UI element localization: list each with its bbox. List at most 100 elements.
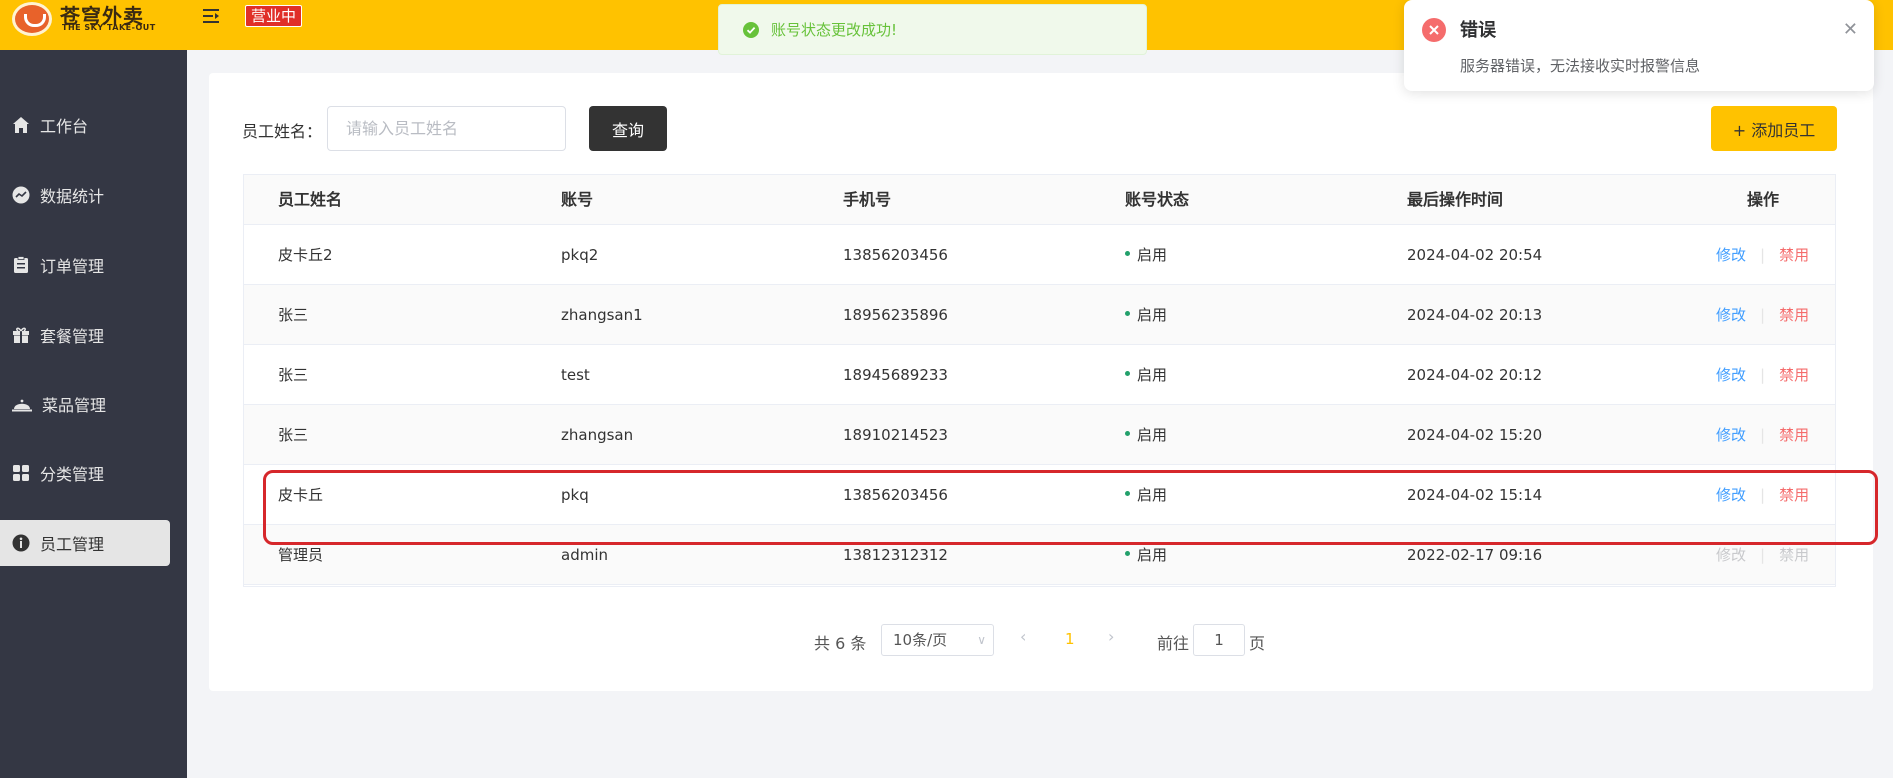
sidebar-item-employees[interactable]: 员工管理 xyxy=(0,520,170,566)
sidebar-item-statistics[interactable]: 数据统计 xyxy=(0,172,170,218)
sidebar-item-label: 套餐管理 xyxy=(40,327,105,346)
edit-link[interactable]: 修改 xyxy=(1716,486,1746,504)
cell-status: 启用 xyxy=(1125,465,1167,525)
status-text: 启用 xyxy=(1137,486,1168,504)
employee-icon xyxy=(12,534,30,552)
pagination-total: 共 6 条 xyxy=(814,634,867,653)
error-notification: 错误 服务器错误，无法接收实时报警信息 ✕ xyxy=(1404,0,1874,91)
cell-account: zhangsan1 xyxy=(561,306,643,324)
action-separator: | xyxy=(1760,246,1766,264)
cell-name: 皮卡丘 xyxy=(278,486,324,504)
grid-icon xyxy=(13,465,29,481)
cell-name: 张三 xyxy=(278,306,309,324)
column-header-phone: 手机号 xyxy=(843,190,892,209)
cell-time: 2022-02-17 09:16 xyxy=(1407,546,1543,564)
sidebar-item-dishes[interactable]: 菜品管理 xyxy=(0,381,170,427)
goto-page-input[interactable] xyxy=(1193,624,1245,656)
sidebar-item-orders[interactable]: 订单管理 xyxy=(0,242,170,288)
toast-message: 账号状态更改成功! xyxy=(771,21,898,39)
column-header-account: 账号 xyxy=(561,190,594,209)
cell-phone: 18945689233 xyxy=(843,366,948,384)
cell-actions: 修改 | 禁用 xyxy=(1716,525,1809,585)
cell-time: 2024-04-02 20:54 xyxy=(1407,246,1543,264)
edit-link-disabled: 修改 xyxy=(1716,546,1747,564)
employee-name-input[interactable] xyxy=(327,106,566,151)
column-header-actions: 操作 xyxy=(1747,190,1780,209)
next-page-button[interactable]: › xyxy=(1108,627,1114,646)
cell-status: 启用 xyxy=(1125,225,1167,285)
disable-link[interactable]: 禁用 xyxy=(1779,486,1809,504)
column-header-name: 员工姓名 xyxy=(278,190,343,209)
column-header-last-operation-time: 最后操作时间 xyxy=(1407,190,1504,209)
cell-account: admin xyxy=(561,546,608,564)
table-row: 张三 test 18945689233 启用 2024-04-02 20:12 … xyxy=(244,345,1835,405)
disable-link[interactable]: 禁用 xyxy=(1779,306,1809,324)
cell-time: 2024-04-02 20:13 xyxy=(1407,306,1543,324)
cell-phone: 13856203456 xyxy=(843,486,948,504)
disable-link[interactable]: 禁用 xyxy=(1779,366,1809,384)
edit-link[interactable]: 修改 xyxy=(1716,246,1746,264)
sidebar-item-workbench[interactable]: 工作台 xyxy=(0,102,170,148)
edit-link[interactable]: 修改 xyxy=(1716,306,1746,324)
cell-name: 管理员 xyxy=(278,546,324,564)
query-button[interactable]: 查询 xyxy=(589,106,667,151)
sidebar-item-combos[interactable]: 套餐管理 xyxy=(0,312,170,358)
edit-link[interactable]: 修改 xyxy=(1716,426,1746,444)
add-employee-button[interactable]: + 添加员工 xyxy=(1711,106,1837,151)
cell-phone: 18910214523 xyxy=(843,426,948,444)
cell-status: 启用 xyxy=(1125,405,1167,465)
page-number-current[interactable]: 1 xyxy=(1065,630,1075,648)
cell-actions: 修改 | 禁用 xyxy=(1716,465,1809,525)
status-text: 启用 xyxy=(1137,306,1168,324)
cell-time: 2024-04-02 20:12 xyxy=(1407,366,1543,384)
cell-phone: 13812312312 xyxy=(843,546,948,564)
status-dot-icon xyxy=(1125,311,1130,316)
sidebar-item-label: 菜品管理 xyxy=(42,396,107,415)
logo-badge-icon xyxy=(12,2,52,36)
table-header: 员工姓名 账号 手机号 账号状态 最后操作时间 操作 xyxy=(244,175,1835,225)
cell-status: 启用 xyxy=(1125,345,1167,405)
chart-icon xyxy=(12,186,30,204)
cell-actions: 修改 | 禁用 xyxy=(1716,345,1809,405)
cell-actions: 修改 | 禁用 xyxy=(1716,405,1809,465)
disable-link[interactable]: 禁用 xyxy=(1779,246,1809,264)
shop-status-badge[interactable]: 营业中 xyxy=(245,5,303,27)
employee-name-label: 员工姓名： xyxy=(242,122,323,141)
action-separator: | xyxy=(1760,426,1766,444)
error-circle-icon xyxy=(1422,18,1446,42)
logo-subtitle: THE SKY TAKE-OUT xyxy=(62,23,156,32)
sidebar-item-label: 分类管理 xyxy=(40,465,105,484)
cell-actions: 修改 | 禁用 xyxy=(1716,285,1809,345)
status-dot-icon xyxy=(1125,431,1130,436)
status-dot-icon xyxy=(1125,371,1130,376)
sidebar-item-label: 数据统计 xyxy=(40,187,105,206)
disable-link[interactable]: 禁用 xyxy=(1779,426,1809,444)
prev-page-button[interactable]: ‹ xyxy=(1020,627,1026,646)
table-row: 张三 zhangsan 18910214523 启用 2024-04-02 15… xyxy=(244,405,1835,465)
edit-link[interactable]: 修改 xyxy=(1716,366,1746,384)
close-icon[interactable]: ✕ xyxy=(1843,19,1858,40)
status-dot-icon xyxy=(1125,491,1130,496)
logo: 苍穹外卖 THE SKY TAKE-OUT xyxy=(0,0,187,50)
menu-collapse-icon[interactable] xyxy=(203,8,221,24)
cell-time: 2024-04-02 15:20 xyxy=(1407,426,1543,444)
cell-status: 启用 xyxy=(1125,525,1167,585)
status-text: 启用 xyxy=(1137,546,1168,564)
employee-table: 员工姓名 账号 手机号 账号状态 最后操作时间 操作 皮卡丘2 pkq2 138… xyxy=(243,174,1836,587)
home-icon xyxy=(13,117,29,133)
sidebar-item-categories[interactable]: 分类管理 xyxy=(0,450,170,496)
cell-time: 2024-04-02 15:14 xyxy=(1407,486,1543,504)
cell-name: 皮卡丘2 xyxy=(278,246,333,264)
status-text: 启用 xyxy=(1137,426,1168,444)
check-circle-icon xyxy=(743,21,759,38)
page-size-select[interactable]: 10条/页 ∨ xyxy=(881,624,994,656)
sidebar-item-label: 员工管理 xyxy=(40,535,105,554)
page-size-value: 10条/页 xyxy=(893,631,948,649)
cell-actions: 修改 | 禁用 xyxy=(1716,225,1809,285)
table-row: 管理员 admin 13812312312 启用 2022-02-17 09:1… xyxy=(244,525,1835,585)
cell-status: 启用 xyxy=(1125,285,1167,345)
status-dot-icon xyxy=(1125,551,1130,556)
cell-account: test xyxy=(561,366,590,384)
chevron-down-icon: ∨ xyxy=(977,633,986,647)
cell-name: 张三 xyxy=(278,426,309,444)
